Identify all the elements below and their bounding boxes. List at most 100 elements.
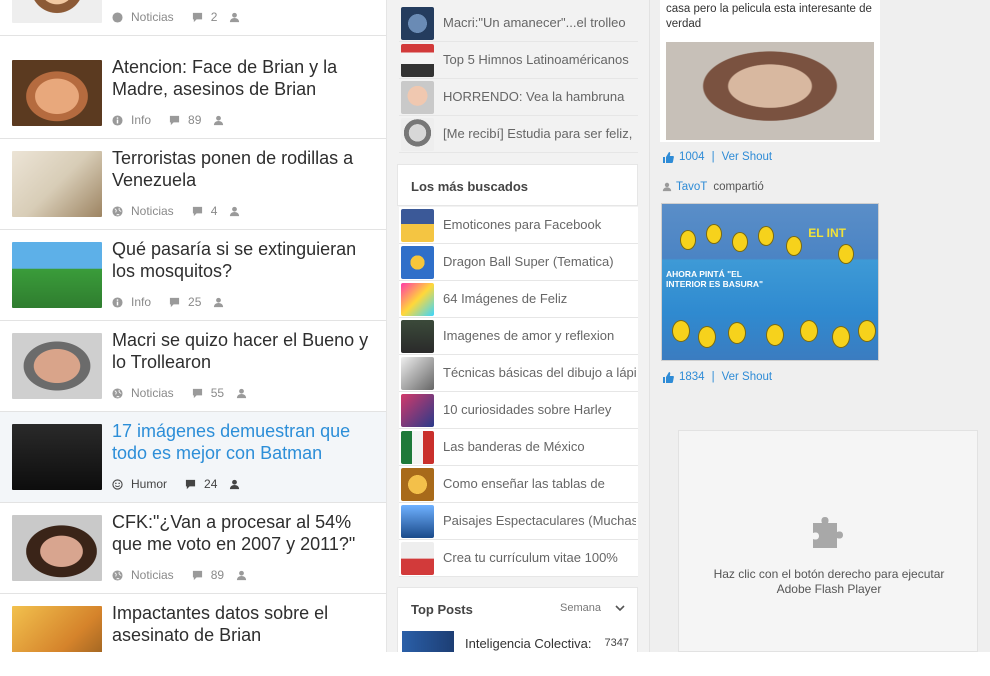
item-thumbnail[interactable] <box>401 283 434 316</box>
period-select-value[interactable]: Semana <box>560 602 601 614</box>
item-title[interactable]: Como enseñar las tablas de <box>443 476 636 491</box>
item-thumbnail[interactable] <box>401 320 434 353</box>
list-item[interactable]: Impactantes datos sobre el asesinato de … <box>0 594 386 652</box>
post-title[interactable]: Qué pasaría si se extinguieran los mosqu… <box>112 238 374 282</box>
post-category[interactable]: Humor <box>131 477 167 491</box>
item-thumbnail[interactable] <box>401 357 434 390</box>
item-title[interactable]: Top 5 Himnos Latinoaméricanos <box>443 52 636 67</box>
view-shout-link[interactable]: Ver Shout <box>722 151 773 163</box>
item-thumbnail[interactable] <box>401 394 434 427</box>
item-thumbnail[interactable] <box>401 468 434 501</box>
post-title[interactable]: 17 imágenes demuestran que todo es mejor… <box>112 420 374 464</box>
post-title[interactable]: Terroristas ponen de rodillas a Venezuel… <box>112 147 374 191</box>
item-title[interactable]: HORRENDO: Vea la hambruna <box>443 89 636 104</box>
item-title[interactable]: Dragon Ball Super (Tematica) <box>443 254 636 269</box>
list-item[interactable]: Macri se quizo hacer el Bueno y lo Troll… <box>0 321 386 412</box>
post-thumbnail[interactable] <box>12 0 102 23</box>
user-icon[interactable] <box>236 570 247 581</box>
post-title[interactable]: CFK:"¿Van a procesar al 54% que me voto … <box>112 511 374 555</box>
list-item[interactable]: 10 curiosidades sobre Harley <box>399 392 638 429</box>
list-item[interactable]: HORRENDO: Vea la hambruna <box>399 79 638 116</box>
shout-card[interactable]: casa pero la pelicula esta interesante d… <box>660 0 880 142</box>
list-item[interactable]: Las banderas de México <box>399 429 638 466</box>
item-title[interactable]: 10 curiosidades sobre Harley <box>443 402 636 417</box>
post-category[interactable]: Info <box>131 295 151 309</box>
thumbs-up-icon[interactable] <box>662 371 674 383</box>
post-category[interactable]: Noticias <box>131 10 174 24</box>
cartoon-figure <box>698 326 716 348</box>
post-thumbnail[interactable] <box>12 60 102 126</box>
comment-icon <box>169 115 180 125</box>
list-item[interactable]: Qué pasaría si se extinguieran los mosqu… <box>0 230 386 321</box>
post-thumbnail[interactable] <box>12 606 102 652</box>
item-title[interactable]: Imagenes de amor y reflexion <box>443 328 636 343</box>
item-thumbnail[interactable] <box>401 431 434 464</box>
post-title[interactable]: Macri se quizo hacer el Bueno y lo Troll… <box>112 329 374 373</box>
item-title[interactable]: Paisajes Espectaculares (Muchas <box>443 513 636 528</box>
post-thumbnail[interactable] <box>12 333 102 399</box>
list-item[interactable]: Emoticones para Facebook <box>399 207 638 244</box>
list-item[interactable]: Atencion: Face de Brian y la Madre, ases… <box>0 48 386 139</box>
list-item[interactable]: Técnicas básicas del dibujo a lápiz <box>399 355 638 392</box>
item-title[interactable]: [Me recibí] Estudia para ser feliz, <box>443 126 636 141</box>
globe-icon <box>112 387 123 399</box>
shout-image[interactable] <box>666 42 874 140</box>
thumbs-up-icon[interactable] <box>662 151 674 163</box>
user-icon[interactable] <box>213 115 224 126</box>
post-thumbnail[interactable] <box>12 515 102 581</box>
post-category[interactable]: Noticias <box>131 204 174 218</box>
like-count[interactable]: 1834 <box>679 371 705 383</box>
shout-image[interactable]: EL INT AHORA PINTÁ "EL INTERIOR ES BASUR… <box>661 203 879 361</box>
item-title[interactable]: 64 Imágenes de Feliz <box>443 291 636 306</box>
post-category[interactable]: Noticias <box>131 568 174 582</box>
list-item[interactable]: Como enseñar las tablas de <box>399 466 638 503</box>
cartoon-figure <box>732 232 748 252</box>
item-thumbnail[interactable] <box>401 246 434 279</box>
item-thumbnail[interactable] <box>401 505 434 538</box>
item-title[interactable]: Emoticones para Facebook <box>443 217 636 232</box>
item-thumbnail[interactable] <box>401 44 434 77</box>
list-item[interactable]: Imagenes de amor y reflexion <box>399 318 638 355</box>
like-count[interactable]: 1004 <box>679 151 705 163</box>
list-item[interactable]: Noticias 2 <box>0 0 386 36</box>
post-thumbnail[interactable] <box>12 242 102 308</box>
user-icon[interactable] <box>213 297 224 308</box>
post-title[interactable]: Impactantes datos sobre el asesinato de … <box>112 602 374 646</box>
top-post-item[interactable]: Inteligencia Colectiva: 7347 <box>397 628 638 652</box>
item-title[interactable]: Macri:"Un amanecer"...el trolleo <box>443 15 636 30</box>
shout-username[interactable]: TavoT <box>676 181 707 193</box>
list-item[interactable]: CFK:"¿Van a procesar al 54% que me voto … <box>0 503 386 594</box>
list-item[interactable]: Terroristas ponen de rodillas a Venezuel… <box>0 139 386 230</box>
post-thumbnail[interactable] <box>12 151 102 217</box>
item-title[interactable]: Técnicas básicas del dibujo a lápiz <box>443 365 636 380</box>
user-icon[interactable] <box>229 206 240 217</box>
post-title[interactable]: Atencion: Face de Brian y la Madre, ases… <box>112 56 374 100</box>
item-thumbnail[interactable] <box>401 118 434 151</box>
item-thumbnail[interactable] <box>401 209 434 242</box>
view-shout-link[interactable]: Ver Shout <box>722 371 773 383</box>
list-item[interactable]: Paisajes Espectaculares (Muchas <box>399 503 638 540</box>
item-thumbnail[interactable] <box>401 81 434 114</box>
list-item[interactable]: Top 5 Himnos Latinoaméricanos <box>399 42 638 79</box>
list-item[interactable]: Dragon Ball Super (Tematica) <box>399 244 638 281</box>
item-title[interactable]: Crea tu currículum vitae 100% <box>443 550 636 565</box>
item-title[interactable]: Inteligencia Colectiva: <box>465 636 591 651</box>
item-thumbnail[interactable] <box>402 631 454 652</box>
item-title[interactable]: Las banderas de México <box>443 439 636 454</box>
list-item[interactable]: Crea tu currículum vitae 100% <box>399 540 638 577</box>
list-item[interactable]: 17 imágenes demuestran que todo es mejor… <box>0 412 386 503</box>
item-thumbnail[interactable] <box>401 7 434 40</box>
user-icon[interactable] <box>229 479 240 490</box>
flash-plugin-placeholder[interactable]: Haz clic con el botón derecho para ejecu… <box>678 430 978 652</box>
period-select[interactable]: Semana <box>560 602 625 614</box>
list-item[interactable]: Macri:"Un amanecer"...el trolleo <box>399 5 638 42</box>
post-category[interactable]: Info <box>131 113 151 127</box>
user-icon[interactable] <box>236 388 247 399</box>
chevron-down-icon[interactable] <box>615 604 625 612</box>
most-searched-header: Los más buscados <box>397 164 638 206</box>
post-thumbnail[interactable] <box>12 424 102 490</box>
item-thumbnail[interactable] <box>401 542 434 575</box>
list-item[interactable]: 64 Imágenes de Feliz <box>399 281 638 318</box>
post-category[interactable]: Noticias <box>131 386 174 400</box>
list-item[interactable]: [Me recibí] Estudia para ser feliz, <box>399 116 638 153</box>
